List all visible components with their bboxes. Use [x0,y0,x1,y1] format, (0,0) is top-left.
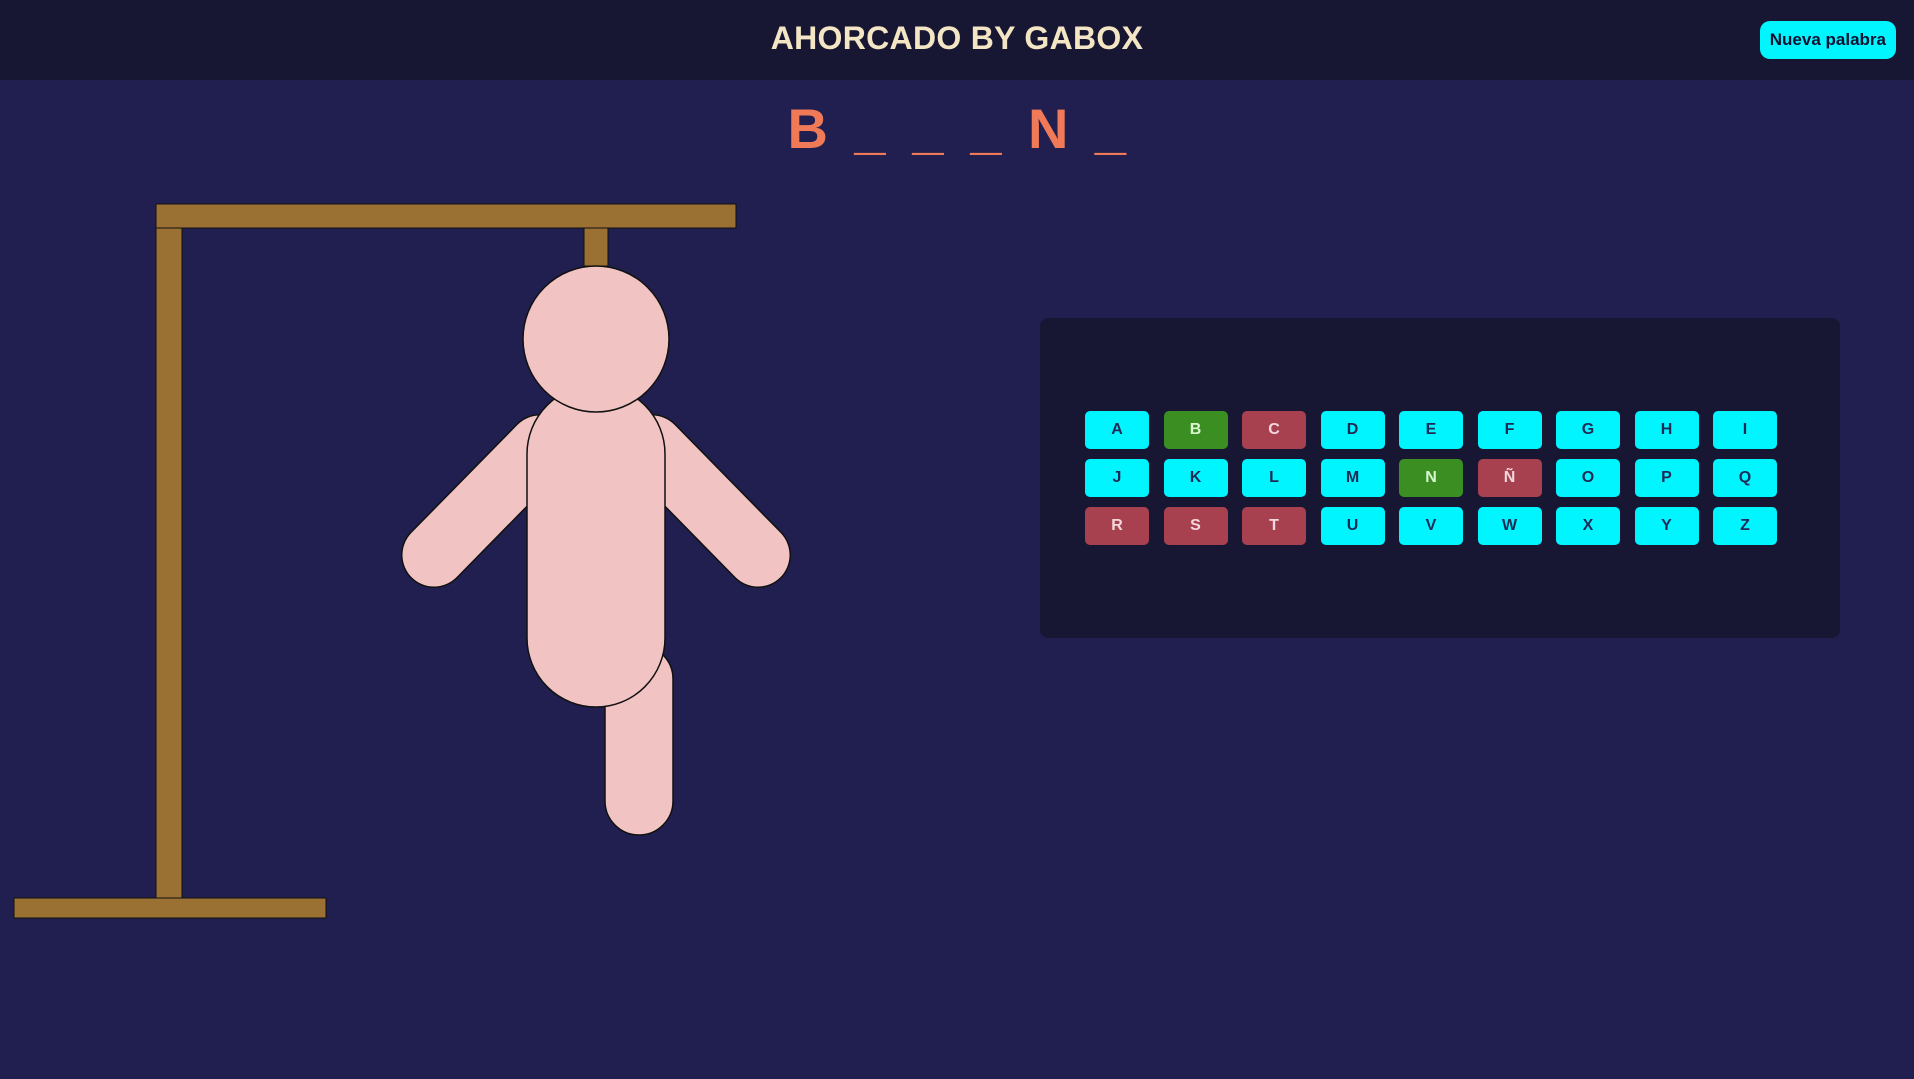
letter-key-p[interactable]: P [1634,459,1699,497]
word-slot: _ [854,97,886,160]
letter-key-x[interactable]: X [1556,507,1620,545]
letter-key-o[interactable]: O [1556,459,1620,497]
gallows-base [13,897,327,919]
gallows-post [155,227,183,899]
letter-key-g[interactable]: G [1556,411,1620,449]
letter-key-s[interactable]: S [1163,507,1228,545]
letter-key-w[interactable]: W [1477,507,1542,545]
gallows-top-beam [155,203,737,229]
letter-key-v[interactable]: V [1399,507,1463,545]
letter-key-n[interactable]: N [1399,459,1463,497]
hangman-drawing [13,203,791,919]
letter-key-m[interactable]: M [1320,459,1385,497]
letter-key-d[interactable]: D [1320,411,1385,449]
page-title: AHORCADO BY GABOX [770,20,1144,56]
letter-keyboard: ABCDEFGHI JKLMNÑOPQ RSTUVWXYZ [1085,411,1777,545]
hangman-left-arm [402,415,572,587]
letter-key-f[interactable]: F [1477,411,1542,449]
hangman-right-arm [620,415,790,587]
letter-key-q[interactable]: Q [1713,459,1777,497]
top-bar: AHORCADO BY GABOX Nueva palabra [0,0,1914,80]
letter-key-u[interactable]: U [1320,507,1385,545]
gallows-rope [583,227,609,267]
letter-key-k[interactable]: K [1163,459,1228,497]
letter-key-j[interactable]: J [1085,459,1149,497]
word-slot: _ [912,97,944,160]
letter-key-z[interactable]: Z [1713,507,1777,545]
hangman-body [526,384,666,708]
word-slot: B [787,97,828,160]
letter-key-e[interactable]: E [1399,411,1463,449]
word-slot: N [1028,97,1069,160]
word-display: B _ _ _ N _ [0,96,1914,161]
letter-key-l[interactable]: L [1242,459,1306,497]
letter-key-y[interactable]: Y [1634,507,1699,545]
keyboard-panel: ABCDEFGHI JKLMNÑOPQ RSTUVWXYZ [1040,318,1840,638]
hangman-head [522,265,670,413]
word-slot: _ [1094,97,1127,160]
letter-key-ñ[interactable]: Ñ [1477,459,1542,497]
new-word-button[interactable]: Nueva palabra [1759,21,1896,59]
letter-key-a[interactable]: A [1085,411,1149,449]
letter-key-t[interactable]: T [1242,507,1306,545]
letter-key-c[interactable]: C [1242,411,1306,449]
letter-key-r[interactable]: R [1085,507,1149,545]
hangman-figure [401,265,791,836]
letter-key-h[interactable]: H [1634,411,1699,449]
letter-key-i[interactable]: I [1713,411,1777,449]
word-slot: _ [970,97,1002,160]
letter-key-b[interactable]: B [1163,411,1228,449]
